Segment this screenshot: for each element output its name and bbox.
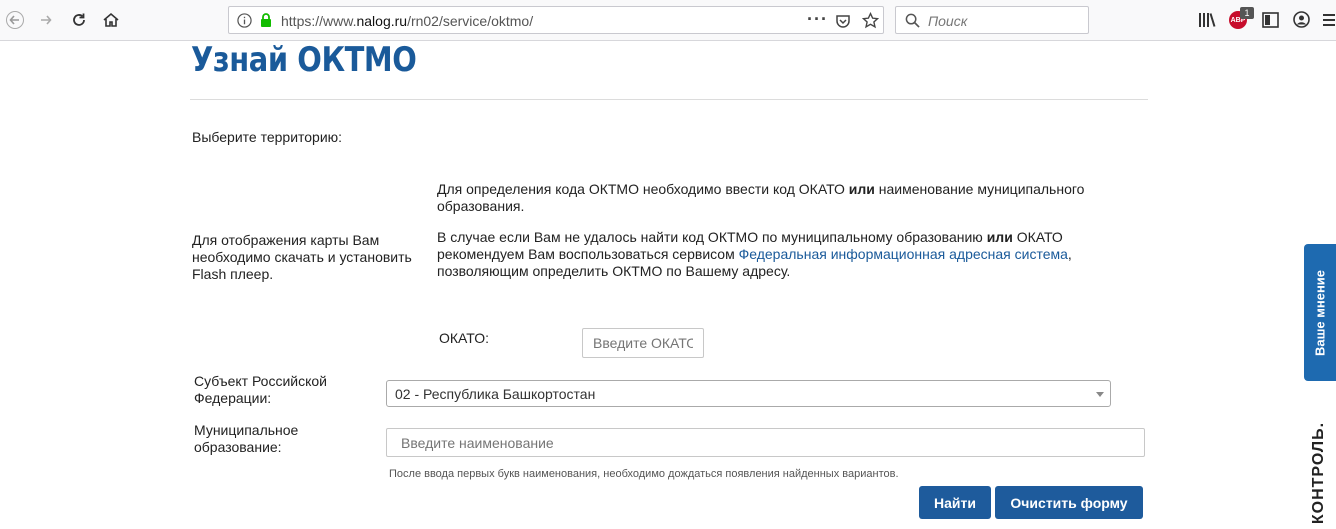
home-button[interactable] <box>98 7 124 33</box>
subject-label: Субъект Российской Федерации: <box>194 373 327 406</box>
info-paragraph-1: Для определения кода ОКТМО необходимо вв… <box>437 181 1085 214</box>
flash-notice: Для отображения карты Вам необходимо ска… <box>192 232 412 282</box>
search-icon <box>905 13 920 28</box>
page-actions-icon[interactable]: ··· <box>807 9 828 30</box>
select-territory-label: Выберите территорию: <box>192 129 343 145</box>
library-icon[interactable] <box>1198 12 1216 28</box>
search-bar[interactable]: Поиск <box>895 6 1089 34</box>
mo-input[interactable] <box>386 428 1145 457</box>
okato-label: ОКАТО: <box>439 330 489 346</box>
title-divider <box>190 99 1148 100</box>
feedback-tab[interactable]: Ваше мнение <box>1304 244 1336 381</box>
back-button[interactable] <box>2 7 28 33</box>
page-title: Узнай ОКТМО <box>191 40 417 80</box>
reload-button[interactable] <box>66 7 92 33</box>
pocket-icon[interactable] <box>835 13 851 29</box>
info-icon[interactable] <box>237 13 252 28</box>
adblock-badge: 1 <box>1240 7 1254 19</box>
account-icon[interactable] <box>1293 11 1310 28</box>
feedback-tab-label: Ваше мнение <box>1312 269 1328 356</box>
info-paragraph-2: В случае если Вам не удалось найти код О… <box>437 229 1072 279</box>
lock-icon <box>261 13 271 27</box>
kontrol-logo-text: КОНТРОЛЬ. <box>1310 421 1327 524</box>
fias-link[interactable]: Федеральная информационная адресная сист… <box>739 246 1068 262</box>
bookmark-star-icon[interactable] <box>862 12 879 29</box>
url-bar[interactable]: https://www.nalog.ru/rn02/service/oktmo/… <box>228 6 884 34</box>
menu-icon[interactable] <box>1323 12 1335 28</box>
subject-select-value: 02 - Республика Башкортостан <box>395 386 596 402</box>
subject-select[interactable]: 02 - Республика Башкортостан <box>386 380 1111 407</box>
chevron-down-icon <box>1096 392 1104 397</box>
reload-icon <box>73 13 85 26</box>
okato-input[interactable] <box>582 328 704 358</box>
forward-arrow-icon <box>41 15 52 25</box>
clear-form-button[interactable]: Очистить форму <box>995 486 1143 519</box>
url-text: https://www.nalog.ru/rn02/service/oktmo/ <box>281 13 534 29</box>
home-icon <box>103 12 119 27</box>
kontrol-logo[interactable]: КОНТРОЛЬ. <box>1306 420 1332 525</box>
sidebar-icon[interactable] <box>1262 12 1279 28</box>
search-placeholder: Поиск <box>928 13 968 29</box>
mo-hint: После ввода первых букв наименования, не… <box>389 468 899 480</box>
mo-label: Муниципальное образование: <box>194 422 299 455</box>
find-button[interactable]: Найти <box>919 486 991 519</box>
browser-toolbar: https://www.nalog.ru/rn02/service/oktmo/… <box>0 0 1336 41</box>
back-arrow-icon <box>6 11 24 29</box>
forward-button[interactable] <box>33 7 59 33</box>
